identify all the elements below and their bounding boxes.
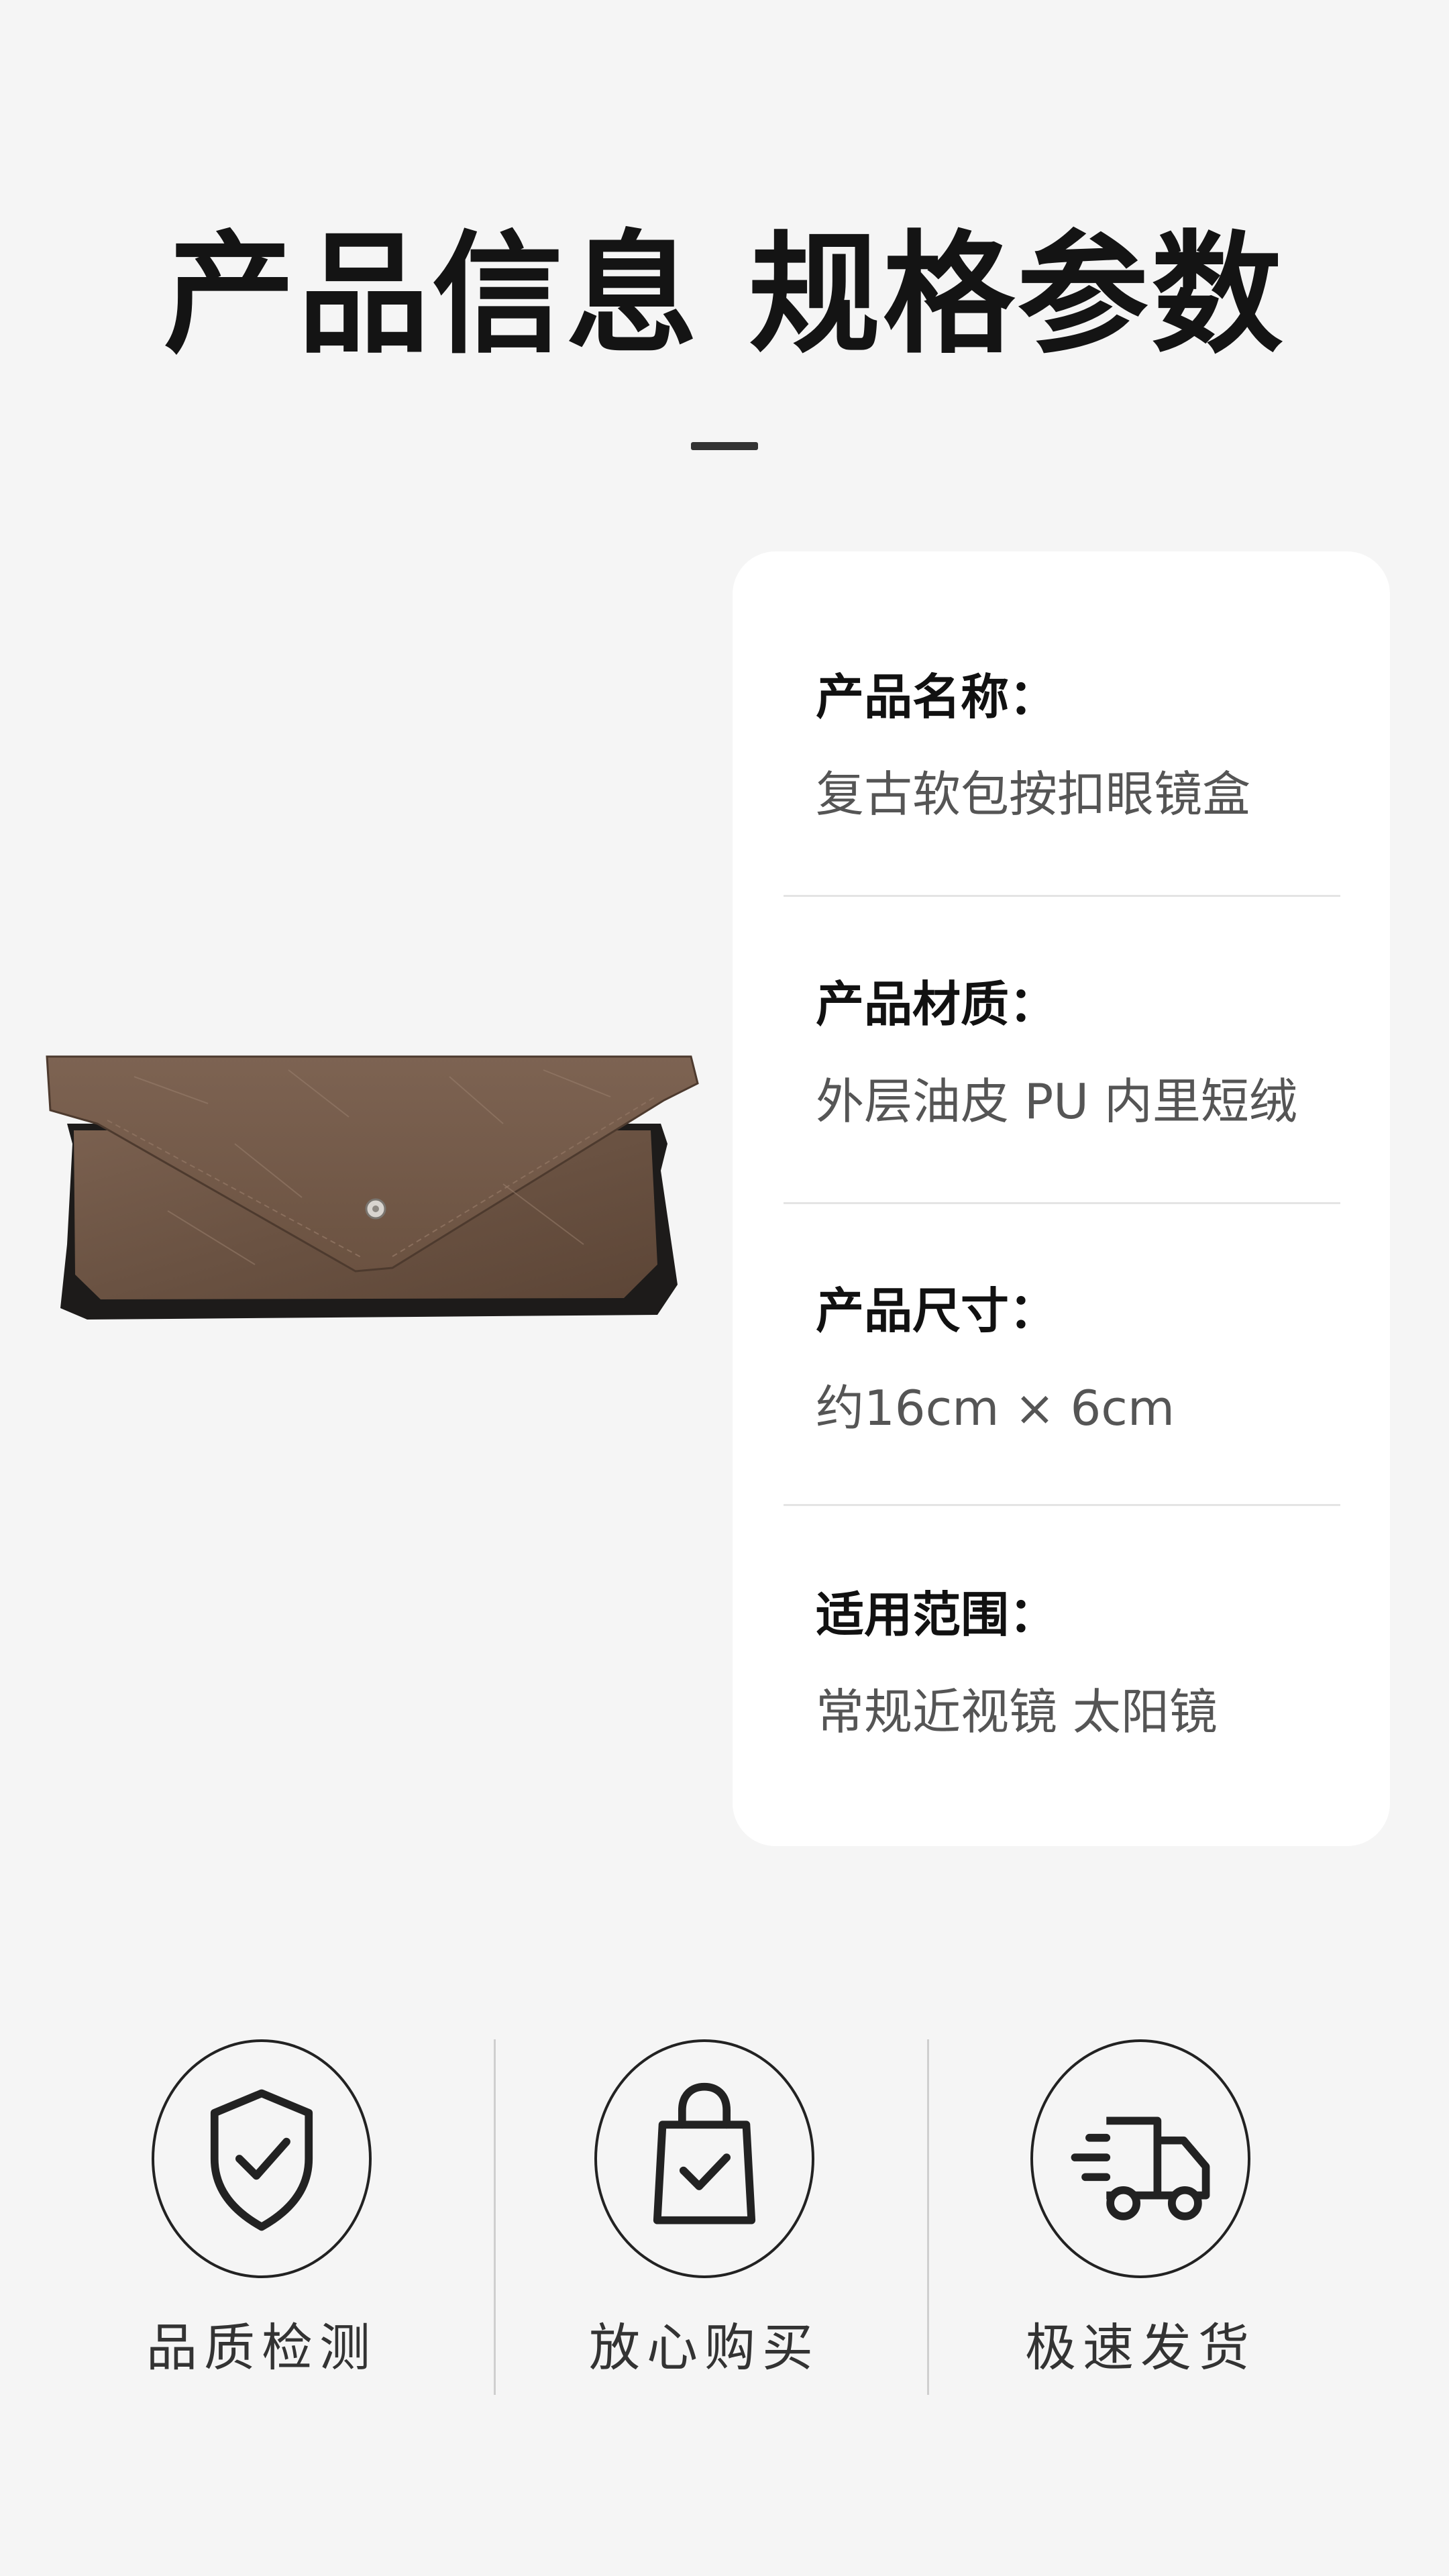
spec-separator <box>784 1202 1340 1204</box>
spec-label: 产品材质： <box>816 976 1058 1032</box>
glasses-case-illustration <box>46 1055 699 1320</box>
spec-label: 适用范围： <box>816 1587 1058 1643</box>
spec-value: 外层油皮 PU 内里短绒 <box>816 1073 1297 1130</box>
spec-value: 常规近视镜 太阳镜 <box>816 1684 1218 1740</box>
shield-check-icon <box>152 2039 372 2278</box>
spec-value: 约16cm × 6cm <box>816 1380 1175 1436</box>
spec-separator <box>784 1504 1340 1506</box>
spec-label: 产品尺寸： <box>816 1283 1058 1339</box>
spec-separator <box>784 895 1340 897</box>
title-divider <box>691 442 758 450</box>
spec-value: 复古软包按扣眼镜盒 <box>816 766 1251 822</box>
feature-quality-inspection: 品质检测 <box>40 2039 483 2388</box>
spec-label: 产品名称： <box>816 669 1058 725</box>
shopping-bag-check-icon <box>594 2039 814 2278</box>
page-title: 产品信息 规格参数 <box>163 219 1286 372</box>
spec-card: 产品名称： 复古软包按扣眼镜盒 产品材质： 外层油皮 PU 内里短绒 产品尺寸：… <box>733 551 1390 1846</box>
delivery-truck-icon <box>1030 2039 1250 2278</box>
feature-fast-delivery: 极速发货 <box>919 2039 1362 2388</box>
product-image <box>34 1043 704 1345</box>
feature-label: 品质检测 <box>146 2318 377 2377</box>
feature-label: 放心购买 <box>589 2318 820 2377</box>
feature-safe-purchase: 放心购买 <box>483 2039 926 2388</box>
feature-label: 极速发货 <box>1025 2318 1256 2377</box>
